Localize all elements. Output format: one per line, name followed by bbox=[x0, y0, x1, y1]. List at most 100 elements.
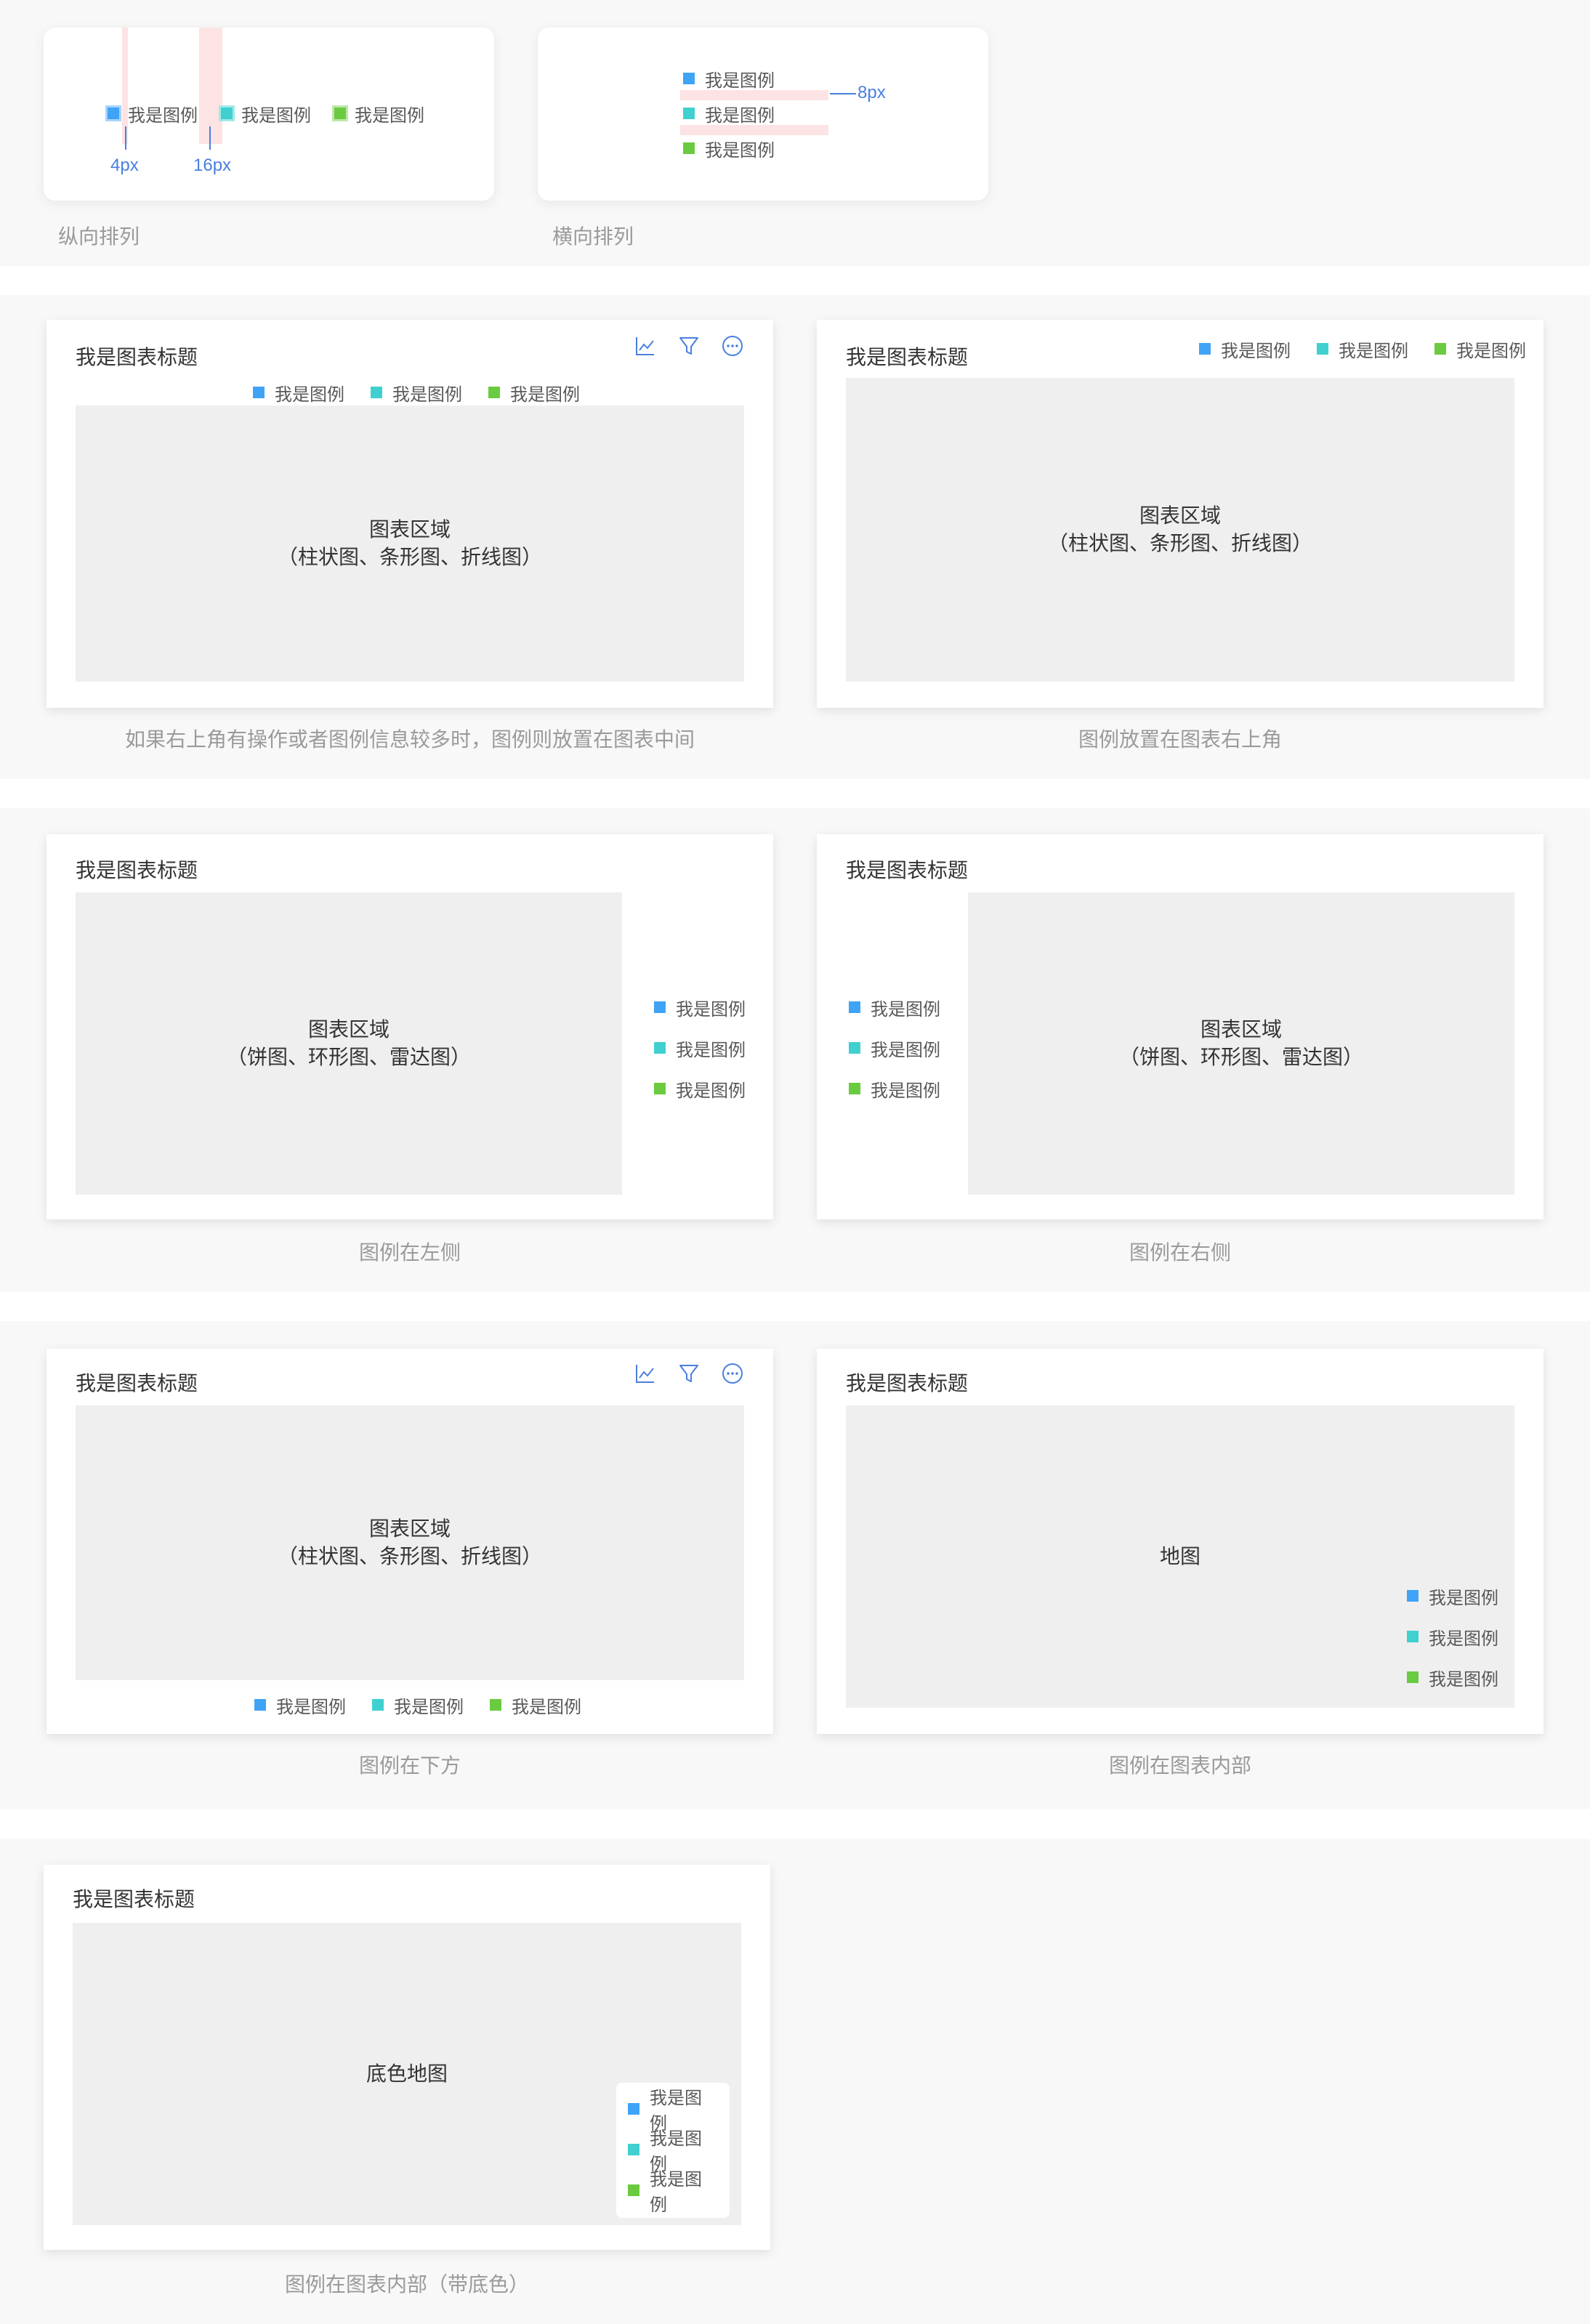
legend-item: 我是图例 bbox=[683, 103, 775, 126]
legend-item[interactable]: 我是图例 bbox=[654, 1038, 746, 1060]
legend-label: 我是图例 bbox=[241, 105, 311, 126]
legend-swatch-blue bbox=[105, 105, 121, 121]
legend-label: 我是图例 bbox=[650, 2170, 702, 2215]
chart-title: 我是图表标题 bbox=[76, 1372, 198, 1395]
legend-label: 我是图例 bbox=[705, 70, 775, 91]
chart-legend: 我是图例 我是图例 我是图例 bbox=[849, 997, 940, 1101]
legend-swatch-green bbox=[1407, 1671, 1419, 1683]
legend-swatch-green bbox=[488, 387, 500, 398]
more-icon[interactable] bbox=[721, 1362, 744, 1385]
chart-area: 图表区域 （柱状图、条形图、折线图） bbox=[76, 1405, 744, 1680]
legend-item[interactable]: 我是图例 bbox=[849, 1038, 940, 1060]
top-legend-section: 我是图表标题 我是图例 我是图例 我是图例 图表区域 （柱状图、条形图、折线图）… bbox=[0, 295, 1590, 779]
chart-title: 我是图表标题 bbox=[73, 1888, 195, 1911]
spacing-gap-16px bbox=[199, 28, 222, 144]
chart-title: 我是图表标题 bbox=[76, 859, 198, 881]
legend-label: 我是图例 bbox=[276, 1697, 346, 1717]
legend-label: 我是图例 bbox=[512, 1697, 581, 1717]
legend-item[interactable]: 我是图例 bbox=[372, 1695, 464, 1717]
measure-line-4px bbox=[125, 126, 126, 150]
legend-label: 我是图例 bbox=[355, 105, 424, 126]
chart-legend-boxed: 我是图例 我是图例 我是图例 bbox=[616, 2083, 730, 2218]
chart-area-types: （柱状图、条形图、折线图） bbox=[277, 546, 542, 568]
chart-area-title: 图表区域 bbox=[1200, 1018, 1282, 1041]
chart-area: 图表区域 （饼图、环形图、雷达图） bbox=[968, 892, 1514, 1195]
legend-label: 我是图例 bbox=[1429, 1669, 1498, 1690]
legend-swatch-green bbox=[683, 142, 695, 154]
legend-item[interactable]: 我是图例 bbox=[1407, 1586, 1498, 1608]
legend-item[interactable]: 我是图例 bbox=[628, 2129, 718, 2174]
legend-item[interactable]: 我是图例 bbox=[628, 2089, 718, 2134]
legend-item: 我是图例 bbox=[332, 103, 424, 126]
caption-top-center: 如果右上角有操作或者图例信息较多时，图例则放置在图表中间 bbox=[124, 728, 695, 751]
legend-swatch-green bbox=[490, 1699, 501, 1711]
caption-right: 图例在右侧 bbox=[1129, 1241, 1231, 1264]
legend-item[interactable]: 我是图例 bbox=[1434, 339, 1526, 361]
inside-bg-legend-section: 我是图表标题 底色地图 我是图例 我是图例 我是图例 图例在图表内部（带底色） bbox=[0, 1839, 1590, 2324]
chart-legend: 我是图例 我是图例 我是图例 bbox=[1199, 339, 1526, 361]
legend-label: 我是图例 bbox=[705, 105, 775, 126]
legend-swatch-green bbox=[1434, 343, 1446, 355]
line-chart-icon[interactable] bbox=[634, 1362, 657, 1385]
chart-legend: 我是图例 我是图例 我是图例 bbox=[654, 997, 746, 1101]
measure-line-8px bbox=[830, 93, 856, 94]
legend-item[interactable]: 我是图例 bbox=[253, 382, 344, 405]
legend-swatch-cyan bbox=[1407, 1631, 1419, 1642]
legend-swatch-cyan bbox=[1317, 343, 1328, 355]
chart-area-types: （柱状图、条形图、折线图） bbox=[277, 1545, 542, 1568]
chart-title: 我是图表标题 bbox=[76, 346, 198, 368]
legend-swatch-green bbox=[654, 1083, 666, 1094]
legend-label: 我是图例 bbox=[1429, 1588, 1498, 1608]
legend-vertical-sample: 我是图例 我是图例 我是图例 bbox=[683, 68, 775, 161]
legend-swatch-blue bbox=[253, 387, 265, 398]
chart-area-title: 图表区域 bbox=[368, 518, 451, 541]
caption-top-right: 图例放置在图表右上角 bbox=[1078, 728, 1282, 751]
legend-item[interactable]: 我是图例 bbox=[654, 1078, 746, 1101]
legend-item[interactable]: 我是图例 bbox=[1407, 1667, 1498, 1690]
legend-label: 我是图例 bbox=[510, 384, 580, 405]
legend-swatch-cyan bbox=[849, 1042, 860, 1054]
legend-swatch-blue bbox=[683, 73, 695, 84]
filter-icon[interactable] bbox=[677, 334, 701, 358]
chart-card-legend-right: 我是图表标题 图表区域 （饼图、环形图、雷达图） 我是图例 我是图例 我是图例 bbox=[47, 834, 773, 1219]
legend-item[interactable]: 我是图例 bbox=[488, 382, 580, 405]
legend-item[interactable]: 我是图例 bbox=[490, 1695, 581, 1717]
legend-item[interactable]: 我是图例 bbox=[1317, 339, 1408, 361]
filter-icon[interactable] bbox=[677, 1362, 701, 1385]
line-chart-icon[interactable] bbox=[634, 334, 657, 358]
chart-title: 我是图表标题 bbox=[846, 346, 969, 368]
legend-swatch-cyan bbox=[371, 387, 382, 398]
legend-item[interactable]: 我是图例 bbox=[654, 997, 746, 1020]
legend-swatch-cyan bbox=[683, 108, 695, 119]
legend-label: 我是图例 bbox=[1429, 1629, 1498, 1649]
legend-label: 我是图例 bbox=[871, 1081, 940, 1101]
more-icon[interactable] bbox=[721, 334, 744, 358]
caption-bottom: 图例在下方 bbox=[358, 1754, 461, 1777]
legend-item[interactable]: 我是图例 bbox=[1199, 339, 1291, 361]
legend-swatch-cyan bbox=[372, 1699, 384, 1711]
legend-item[interactable]: 我是图例 bbox=[628, 2170, 718, 2215]
legend-label: 我是图例 bbox=[1221, 341, 1291, 361]
legend-swatch-blue bbox=[254, 1699, 266, 1711]
legend-item[interactable]: 我是图例 bbox=[254, 1695, 346, 1717]
caption-inside-bg: 图例在图表内部（带底色） bbox=[284, 2273, 529, 2296]
chart-card-legend-left: 我是图表标题 我是图例 我是图例 我是图例 图表区域 （饼图、环形图、雷达图） bbox=[817, 834, 1543, 1219]
legend-item[interactable]: 我是图例 bbox=[849, 997, 940, 1020]
legend-swatch-cyan bbox=[219, 105, 235, 121]
legend-swatch-blue bbox=[1407, 1590, 1419, 1602]
legend-label: 我是图例 bbox=[128, 105, 198, 126]
legend-item: 我是图例 bbox=[105, 103, 198, 126]
chart-card-legend-bottom: 我是图表标题 图表区域 （柱状图、条形图、折线图） 我是图例 我是图例 我是图例 bbox=[47, 1349, 773, 1734]
legend-swatch-blue bbox=[849, 1001, 860, 1013]
spacing-card-horizontal: 我是图例 我是图例 我是图例 8px bbox=[538, 28, 988, 201]
legend-item[interactable]: 我是图例 bbox=[849, 1078, 940, 1101]
legend-item[interactable]: 我是图例 bbox=[371, 382, 462, 405]
caption-horizontal: 横向排列 bbox=[552, 225, 634, 248]
legend-item[interactable]: 我是图例 bbox=[1407, 1626, 1498, 1649]
legend-label: 我是图例 bbox=[705, 140, 775, 161]
chart-area: 图表区域 （柱状图、条形图、折线图） bbox=[76, 406, 744, 682]
legend-swatch-blue bbox=[654, 1001, 666, 1013]
chart-card-top-right: 我是图表标题 我是图例 我是图例 我是图例 图表区域 （柱状图、条形图、折线图） bbox=[817, 320, 1543, 708]
chart-area-title: 图表区域 bbox=[368, 1517, 451, 1540]
chart-title: 我是图表标题 bbox=[846, 859, 969, 881]
